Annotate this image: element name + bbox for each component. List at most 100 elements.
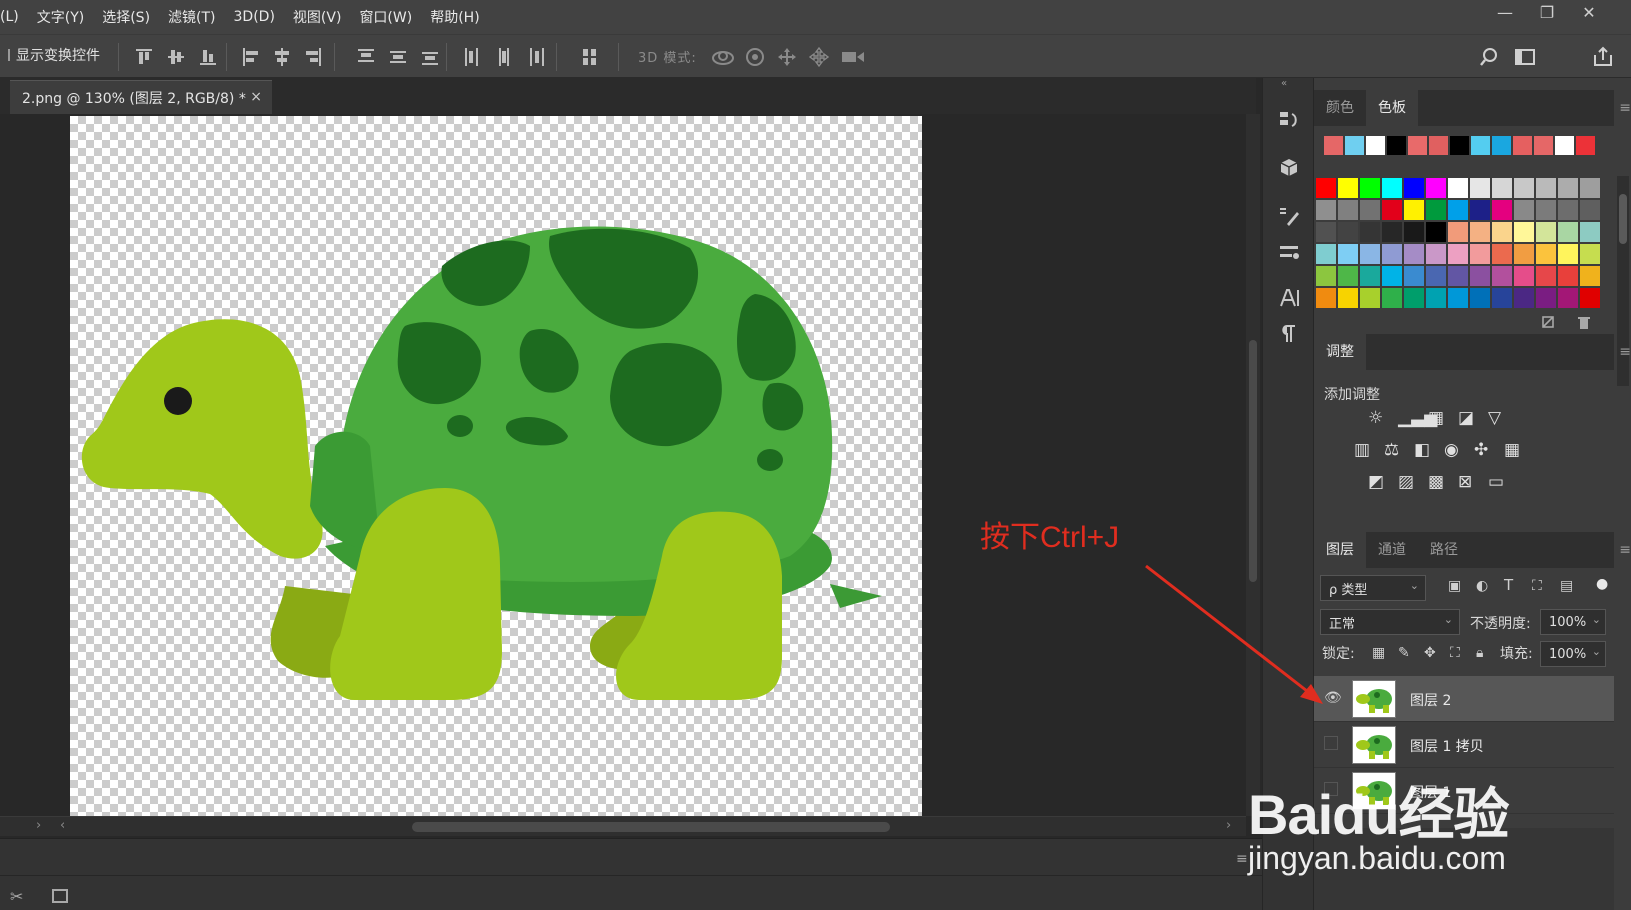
recent-swatch[interactable] — [1387, 136, 1406, 155]
color-swatch[interactable] — [1360, 288, 1380, 308]
color-swatch[interactable] — [1580, 178, 1600, 198]
filter-shape-icon[interactable]: ⛶ — [1532, 578, 1542, 594]
color-swatch[interactable] — [1580, 266, 1600, 286]
distribute-vcenter-icon[interactable] — [388, 46, 408, 68]
horizontal-scrollbar[interactable]: › ‹ › — [0, 816, 1246, 836]
scroll-left-arrow-icon[interactable]: ‹ — [60, 818, 65, 833]
history-icon[interactable] — [1275, 106, 1303, 134]
distribute-hcenter-icon[interactable] — [494, 46, 514, 68]
align-right-icon[interactable] — [304, 46, 324, 68]
color-swatch[interactable] — [1426, 178, 1446, 198]
layer-row[interactable]: 👁︎ 图层 2 — [1314, 676, 1614, 722]
recent-swatch[interactable] — [1366, 136, 1385, 155]
color-swatch[interactable] — [1382, 178, 1402, 198]
recent-swatch[interactable] — [1492, 136, 1511, 155]
color-swatch[interactable] — [1338, 288, 1358, 308]
color-swatch[interactable] — [1316, 266, 1336, 286]
color-swatch[interactable] — [1536, 200, 1556, 220]
color-swatch[interactable] — [1470, 178, 1490, 198]
workspace-icon[interactable] — [1514, 46, 1540, 68]
menu-type[interactable]: 文字(Y) — [28, 7, 93, 27]
tool-presets-icon[interactable] — [1275, 238, 1303, 266]
distribute-bottom-icon[interactable] — [420, 46, 440, 68]
align-hcenter-icon[interactable] — [272, 46, 292, 68]
color-swatch[interactable] — [1316, 222, 1336, 242]
distribute-top-icon[interactable] — [356, 46, 376, 68]
color-swatch[interactable] — [1470, 222, 1490, 242]
fill-input[interactable]: 100% ⌄ — [1540, 641, 1606, 667]
color-swatch[interactable] — [1536, 222, 1556, 242]
color-swatch[interactable] — [1360, 178, 1380, 198]
color-swatch[interactable] — [1360, 200, 1380, 220]
restore-button[interactable]: ❐ — [1529, 0, 1565, 24]
layer-filter-select[interactable]: ρ 类型 ⌄ — [1320, 575, 1426, 601]
collapse-dock-icon[interactable]: « — [1281, 78, 1287, 89]
tab-channels[interactable]: 通道 — [1366, 532, 1418, 568]
color-swatch[interactable] — [1536, 178, 1556, 198]
recent-swatch[interactable] — [1429, 136, 1448, 155]
color-swatch[interactable] — [1404, 200, 1424, 220]
color-swatch[interactable] — [1514, 200, 1534, 220]
filter-toggle-icon[interactable]: ● — [1596, 576, 1608, 592]
color-swatch[interactable] — [1404, 244, 1424, 264]
layer-row[interactable]: 图层 1 拷贝 — [1314, 722, 1614, 768]
color-swatch[interactable] — [1580, 222, 1600, 242]
color-swatch[interactable] — [1382, 222, 1402, 242]
color-swatch[interactable] — [1536, 266, 1556, 286]
lock-all-icon[interactable]: 🔒︎ — [1476, 645, 1483, 661]
color-swatch[interactable] — [1558, 244, 1578, 264]
color-swatch[interactable] — [1558, 178, 1578, 198]
color-swatch[interactable] — [1426, 266, 1446, 286]
filter-adjustment-icon[interactable]: ◐ — [1476, 578, 1488, 594]
brush-preset-icon[interactable] — [1275, 202, 1303, 230]
filter-smartobject-icon[interactable]: ▤ — [1560, 578, 1573, 594]
lock-transparent-icon[interactable]: ▦ — [1372, 645, 1385, 661]
align-bottom-icon[interactable] — [198, 46, 218, 68]
selective-color-icon[interactable]: ⊠ — [1458, 472, 1482, 494]
black-white-icon[interactable]: ◧ — [1414, 440, 1438, 462]
recent-swatch[interactable] — [1555, 136, 1574, 155]
opacity-input[interactable]: 100% ⌄ — [1540, 609, 1606, 635]
vibrance-icon[interactable]: ▽ — [1488, 408, 1512, 430]
color-swatch[interactable] — [1492, 266, 1512, 286]
vertical-scrollbar[interactable] — [1246, 114, 1260, 816]
new-swatch-icon[interactable] — [1540, 314, 1556, 330]
exposure-icon[interactable]: ◪ — [1458, 408, 1482, 430]
auto-align-icon[interactable] — [580, 46, 600, 68]
color-swatch[interactable] — [1514, 244, 1534, 264]
swatches-scroll-thumb[interactable] — [1619, 194, 1627, 244]
color-swatch[interactable] — [1558, 266, 1578, 286]
color-swatch[interactable] — [1514, 288, 1534, 308]
document-canvas[interactable] — [70, 116, 922, 816]
color-swatch[interactable] — [1558, 288, 1578, 308]
color-swatch[interactable] — [1536, 244, 1556, 264]
lock-pixels-icon[interactable]: ✎ — [1398, 645, 1410, 661]
align-vcenter-icon[interactable] — [166, 46, 186, 68]
minimize-button[interactable]: — — [1487, 0, 1523, 24]
lock-artboard-icon[interactable]: ⛶ — [1450, 645, 1460, 661]
horizontal-scroll-thumb[interactable] — [412, 822, 890, 832]
tab-swatches[interactable]: 色板 — [1366, 90, 1418, 126]
delete-swatch-icon[interactable] — [1576, 314, 1592, 330]
menu-help[interactable]: 帮助(H) — [421, 7, 488, 27]
color-swatch[interactable] — [1404, 222, 1424, 242]
recent-swatch[interactable] — [1513, 136, 1532, 155]
levels-icon[interactable]: ▁▃▅ — [1398, 408, 1437, 430]
scroll-left-icon[interactable]: › — [36, 818, 41, 833]
color-swatch[interactable] — [1580, 200, 1600, 220]
recent-swatch[interactable] — [1450, 136, 1469, 155]
lock-position-icon[interactable]: ✥ — [1424, 645, 1436, 661]
menu-window[interactable]: 窗口(W) — [350, 7, 421, 27]
color-swatch[interactable] — [1492, 288, 1512, 308]
curves-icon[interactable]: ▦ — [1428, 408, 1452, 430]
color-swatch[interactable] — [1382, 266, 1402, 286]
threshold-icon[interactable]: ▩ — [1428, 472, 1452, 494]
color-swatch[interactable] — [1404, 288, 1424, 308]
color-swatch[interactable] — [1448, 222, 1468, 242]
filter-pixel-icon[interactable]: ▣ — [1448, 578, 1461, 594]
distribute-right-icon[interactable] — [526, 46, 546, 68]
color-swatch[interactable] — [1338, 200, 1358, 220]
3d-cube-icon[interactable] — [1275, 154, 1303, 182]
color-swatch[interactable] — [1338, 266, 1358, 286]
color-balance-icon[interactable]: ⚖ — [1384, 440, 1408, 462]
